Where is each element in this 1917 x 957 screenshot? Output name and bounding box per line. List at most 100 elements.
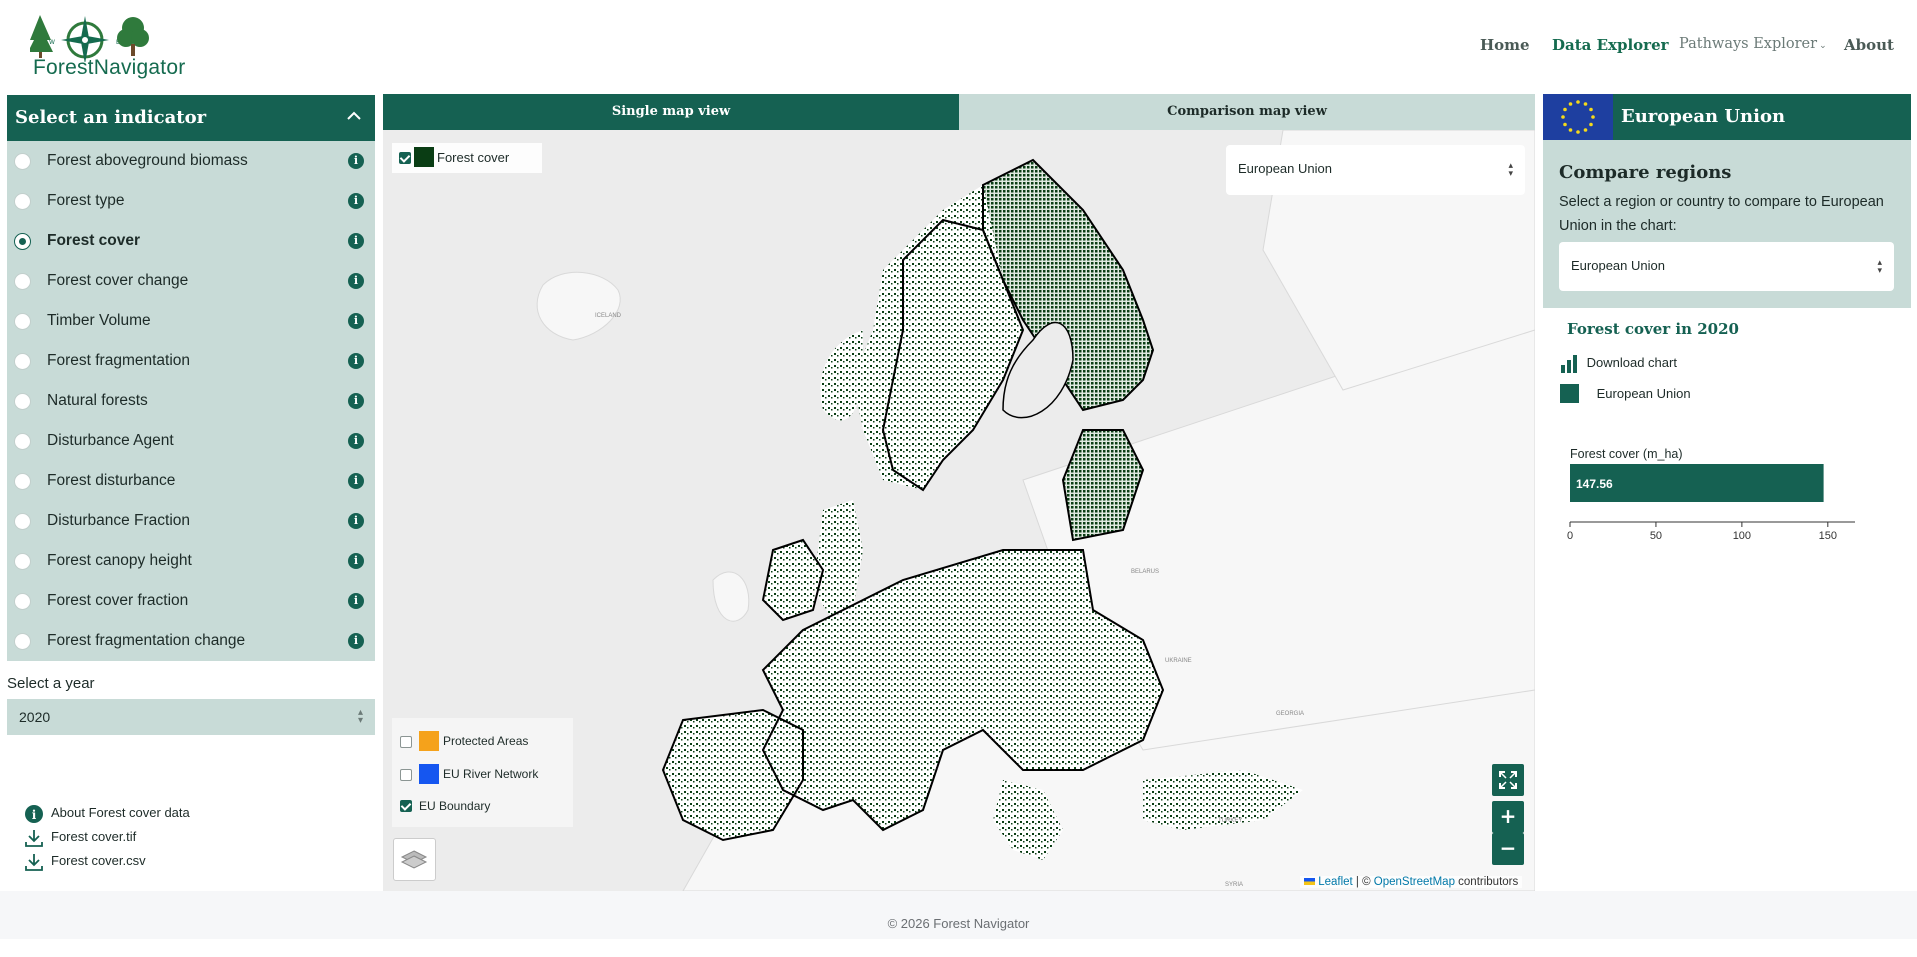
logo[interactable]: W E ForestNavigator: [28, 12, 185, 80]
chart-ylabel: Forest cover (m_ha): [1570, 447, 1683, 461]
radio-button[interactable]: [14, 473, 31, 490]
indicator-item[interactable]: Forest fragmentation i: [7, 341, 375, 381]
nav-about[interactable]: About: [1844, 36, 1894, 54]
radio-button[interactable]: [14, 633, 31, 650]
info-icon[interactable]: i: [348, 313, 364, 329]
indicator-item[interactable]: Forest cover change i: [7, 261, 375, 301]
eu-flag-icon: [1543, 94, 1613, 140]
layer-protected-areas[interactable]: Protected Areas: [392, 731, 573, 751]
tab-single-map-view[interactable]: Single map view: [383, 94, 959, 130]
forest-cover-bar-chart: Forest cover (m_ha) 147.56 0 50 100 150: [1567, 447, 1855, 540]
radio-button[interactable]: [14, 433, 31, 450]
radio-button[interactable]: [14, 273, 31, 290]
ukraine-flag-icon: [1304, 878, 1315, 886]
protected-areas-checkbox[interactable]: [400, 736, 412, 748]
indicator-item[interactable]: Timber Volume i: [7, 301, 375, 341]
indicator-item[interactable]: Forest type i: [7, 181, 375, 221]
compare-regions-panel: Compare regions Select a region or count…: [1543, 140, 1911, 308]
data-links: i About Forest cover data Forest cover.t…: [24, 804, 190, 876]
nav-home[interactable]: Home: [1480, 36, 1530, 54]
indicator-label: Forest fragmentation: [47, 352, 191, 369]
map-region-select-value: European Union: [1238, 161, 1332, 176]
eu-boundary-checkbox[interactable]: [400, 800, 412, 812]
chart-bar-value-label: 147.56: [1576, 477, 1613, 491]
eu-star: [1583, 128, 1588, 132]
compare-regions-heading: Compare regions: [1559, 162, 1732, 183]
layer-eu-boundary[interactable]: EU Boundary: [392, 796, 573, 816]
region-title: European Union: [1621, 106, 1786, 127]
protected-areas-swatch: [419, 731, 439, 751]
indicator-item[interactable]: Forest canopy height i: [7, 541, 375, 581]
info-icon[interactable]: i: [348, 233, 364, 249]
region-header: European Union: [1543, 94, 1911, 140]
layers-toggle-button[interactable]: [393, 838, 436, 881]
radio-button[interactable]: [14, 553, 31, 570]
indicator-item[interactable]: Forest cover fraction i: [7, 581, 375, 621]
radio-button[interactable]: [14, 153, 31, 170]
zoom-in-button[interactable]: +: [1492, 801, 1524, 833]
nav-pathways-explorer[interactable]: Pathways Explorer ⌄: [1679, 36, 1827, 52]
info-icon[interactable]: i: [348, 153, 364, 169]
chevron-up-icon[interactable]: [347, 109, 361, 123]
chart-tick-label: 0: [1567, 530, 1573, 540]
radio-button[interactable]: [14, 353, 31, 370]
download-csv-link[interactable]: Forest cover.csv: [24, 852, 190, 876]
radio-button[interactable]: [14, 193, 31, 210]
fullscreen-button[interactable]: [1492, 764, 1524, 796]
indicator-label: Forest disturbance: [47, 472, 176, 489]
indicator-item[interactable]: Forest disturbance i: [7, 461, 375, 501]
info-icon[interactable]: i: [348, 273, 364, 289]
forest-cover-checkbox[interactable]: [399, 152, 411, 164]
indicator-panel-header[interactable]: Select an indicator: [7, 95, 375, 141]
info-icon[interactable]: i: [348, 393, 364, 409]
indicator-item[interactable]: Natural forests i: [7, 381, 375, 421]
compare-region-select[interactable]: European Union ▴ ▾: [1559, 242, 1894, 291]
indicator-item[interactable]: Disturbance Fraction i: [7, 501, 375, 541]
download-csv-label: Forest cover.csv: [51, 853, 146, 868]
nav-data-explorer[interactable]: Data Explorer: [1552, 36, 1669, 54]
eu-star: [1563, 122, 1567, 127]
radio-button[interactable]: [14, 313, 31, 330]
info-icon[interactable]: i: [348, 433, 364, 449]
indicator-item[interactable]: Forest fragmentation change i: [7, 621, 375, 661]
radio-button[interactable]: [14, 593, 31, 610]
indicator-item[interactable]: Forest aboveground biomass i: [7, 141, 375, 181]
indicator-label: Forest aboveground biomass: [47, 152, 248, 169]
info-icon[interactable]: i: [348, 633, 364, 649]
zoom-out-button[interactable]: −: [1492, 833, 1524, 865]
eu-river-network-checkbox[interactable]: [400, 769, 412, 781]
nav-pathways-explorer-label: Pathways Explorer: [1679, 36, 1818, 52]
eu-star: [1591, 115, 1595, 119]
radio-button[interactable]: [14, 513, 31, 530]
leaflet-link[interactable]: Leaflet: [1318, 876, 1353, 888]
map-label-belarus: BELARUS: [1131, 569, 1159, 575]
chart-tick-label: 150: [1819, 530, 1837, 540]
layer-eu-river-network[interactable]: EU River Network: [392, 764, 573, 784]
about-data-link[interactable]: i About Forest cover data: [24, 804, 190, 828]
download-tif-link[interactable]: Forest cover.tif: [24, 828, 190, 852]
info-icon[interactable]: i: [348, 473, 364, 489]
map-label-iceland: ICELAND: [595, 313, 622, 319]
info-icon[interactable]: i: [348, 193, 364, 209]
year-select[interactable]: 2020 ▴ ▾: [7, 699, 375, 735]
select-arrows-icon: ▴ ▾: [1508, 160, 1513, 178]
info-icon[interactable]: i: [348, 353, 364, 369]
select-arrows-icon: ▴ ▾: [1877, 257, 1882, 275]
map-label-georgia: GEORGIA: [1276, 711, 1304, 717]
eu-star: [1589, 107, 1593, 112]
indicator-item[interactable]: Disturbance Agent i: [7, 421, 375, 461]
info-icon[interactable]: i: [348, 553, 364, 569]
indicator-item[interactable]: Forest cover i: [7, 221, 375, 261]
compare-region-select-value: European Union: [1571, 258, 1665, 273]
info-icon[interactable]: i: [348, 513, 364, 529]
osm-link[interactable]: OpenStreetMap: [1374, 876, 1455, 888]
info-icon[interactable]: i: [348, 593, 364, 609]
download-chart-button[interactable]: Download chart: [1560, 355, 1677, 373]
tab-comparison-map-view[interactable]: Comparison map view: [959, 94, 1535, 130]
radio-button[interactable]: [14, 393, 31, 410]
indicator-label: Forest fragmentation change: [47, 632, 246, 649]
radio-button[interactable]: [14, 233, 31, 250]
map-region-select[interactable]: European Union ▴ ▾: [1226, 145, 1525, 195]
forest-cover-legend: Forest cover: [392, 143, 542, 173]
eu-star: [1583, 102, 1588, 106]
